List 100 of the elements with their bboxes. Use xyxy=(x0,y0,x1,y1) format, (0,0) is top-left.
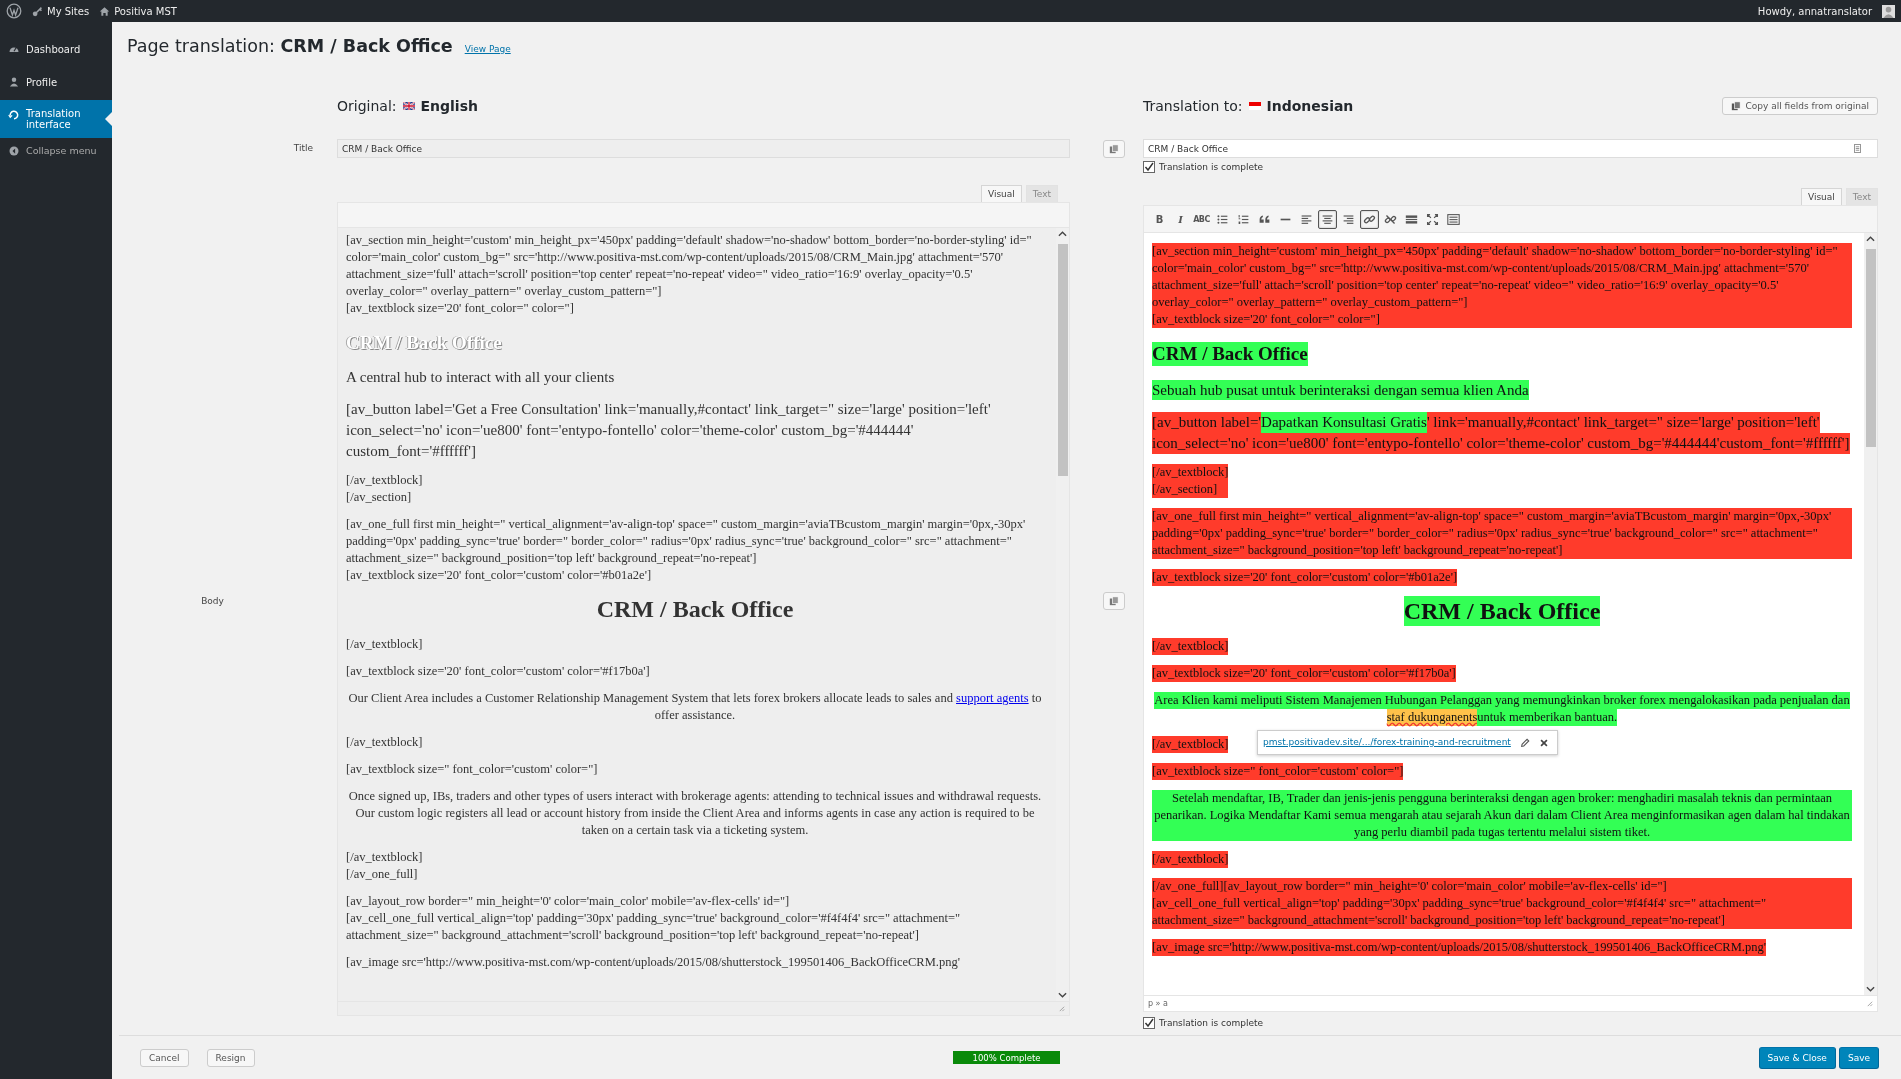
shortcode-highlight: [av_one_full first min_height=" vertical_alignment='av-align-top' space=" custom_margin='aviaTBcustom_margin' margin='0px,-30px' padding='0px' padding_sync='true' border=" border_color=" radius='0px' radius_sync='true' background_color=" src=" attachment=" attachment_size=" background_position='top left' background_repeat='no-repeat'] xyxy=(1152,508,1852,559)
scrollbar-thumb[interactable] xyxy=(1057,244,1068,476)
shortcode-highlight: [/av_textblock] xyxy=(1152,638,1229,655)
paragraph: Our Client Area includes a Customer Relationship Management System that lets forex brokers allocate leads to sales and support agents to offer assistance. xyxy=(347,690,1043,724)
admin-bar-link[interactable]: My Sites xyxy=(32,5,90,17)
element-path: p » a xyxy=(1148,999,1168,1008)
translation-language: Indonesian xyxy=(1266,98,1354,114)
scroll-down-icon[interactable] xyxy=(1058,992,1067,998)
scroll-up-icon[interactable] xyxy=(1866,236,1875,242)
editor-tab[interactable]: Visual xyxy=(980,185,1022,202)
bold-tool-button[interactable]: B xyxy=(1150,209,1169,229)
flag-icon xyxy=(402,102,415,110)
shortcode-text: [av_image src='http://www.positiva-mst.com/wp-content/uploads/2015/08/shutterstock_199501406_BackOfficeCRM.png' xyxy=(346,954,961,971)
translated-highlight: untuk memberikan bantuan. xyxy=(1477,709,1618,726)
link-icon xyxy=(1363,212,1376,226)
shortcode-text: [av_layout_row border=" min_height='0' color='main_color' mobile='av-flex-cells' id="] [av_cell_one_full vertical_align='top' padding='30px' padding_sync='true' background_color='#f4f4f4' src=" attachment=" attachment_size=" background_attachment='scroll' background_position='top left' background_repeat='no-repeat'] xyxy=(346,893,962,944)
resize-handle-icon[interactable] xyxy=(1058,1005,1065,1012)
scrollbar[interactable] xyxy=(1864,233,1877,995)
original-title-field: CRM / Back Office xyxy=(337,139,1070,158)
fullscreen-icon xyxy=(1426,212,1439,226)
copy-field-button[interactable] xyxy=(1102,140,1125,158)
numbers-icon xyxy=(1237,212,1250,226)
scrollbar-thumb[interactable] xyxy=(1865,249,1876,448)
heading: CRM / Back Office xyxy=(346,331,504,355)
checkbox-label[interactable]: Translation is complete xyxy=(1159,162,1263,172)
translation-label: Translation to: xyxy=(1143,98,1243,114)
copy-icon xyxy=(1730,101,1741,111)
quote-icon xyxy=(1258,212,1271,226)
user-greeting[interactable]: Howdy, annatranslator xyxy=(1757,5,1872,17)
copy-icon xyxy=(1108,144,1119,154)
translation-title-field[interactable]: CRM / Back Office xyxy=(1143,139,1878,158)
save-button[interactable]: Save xyxy=(1838,1046,1879,1069)
align-right-icon xyxy=(1342,212,1355,226)
translated-highlight: Area Klien kami meliputi Sistem Manajemen Hubungan Pelanggan yang memungkinkan broker forex mengalokasikan pada penjualan dan xyxy=(1154,692,1850,709)
lead-text: A central hub to interact with all your clients xyxy=(346,368,616,387)
footer-button[interactable]: Cancel xyxy=(140,1048,189,1067)
shortcode-highlight: [/av_one_full][av_layout_row border=" min_height='0' color='main_color' mobile='av-flex-cells' id="] [av_cell_one_full vertical_align='top' padding='30px' padding_sync='true' background_color='#f4f4f4' src=" attachment=" attachment_size=" background_attachment='scroll' background_position='top left' background_repeat='no-repeat'] xyxy=(1152,878,1852,929)
shortcode-highlight: [/av_textblock] xyxy=(1152,851,1229,868)
close-icon[interactable] xyxy=(1538,737,1549,748)
link[interactable]: pmst.positivadev.site/.../forex-training-and-recruitment xyxy=(1263,734,1511,751)
shortcode-text: [av_section min_height='custom' min_height_px='450px' padding='default' shadow='no-shadow' bottom_border='no-border-styling' id=" color='main_color' custom_bg=" src='http://www.positiva-mst.com/wp-content/uploads/2015/08/CRM_Main.jpg' attachment='570' attachment_size='full' attach='scroll' position='top center' repeat='no-repeat' video=" video_ratio='16:9' overlay_opacity='0.5' overlay_color=" overlay_pattern=" overlay_custom_pattern="] [av_textblock size='20' font_color=" color="] xyxy=(346,232,1033,317)
unlink-icon xyxy=(1384,212,1397,226)
shortcode-highlight: [/av_textblock] xyxy=(1152,736,1229,753)
field-label: Title xyxy=(292,142,314,155)
shortcode-text: [/av_textblock] xyxy=(346,734,424,751)
admin-bar-link[interactable]: Positiva MST xyxy=(99,5,177,17)
shortcode-highlight: [/av_textblock] [/av_section] xyxy=(1152,464,1229,498)
shortcode-text: [/av_textblock] [/av_one_full] xyxy=(346,849,424,883)
heading: CRM / Back Office xyxy=(595,595,795,624)
scroll-down-icon[interactable] xyxy=(1866,986,1875,992)
scroll-up-icon[interactable] xyxy=(1058,231,1067,237)
shortcode-text: [/av_textblock] [/av_section] xyxy=(346,472,424,506)
document-icon[interactable] xyxy=(1854,144,1861,153)
link[interactable]: support agents xyxy=(956,691,1029,705)
shortcode-text: [av_button label='Get a Free Consultation' link='manually,#contact' link_target=" size='large' position='left' icon_select='no' icon='ue800' font='entypo-fontello' color='theme-color' custom_bg='#444444' custom_font='#ffffff'] xyxy=(346,400,992,461)
sidebar-item[interactable]: Dashboard xyxy=(0,34,112,65)
copy-icon xyxy=(1108,596,1119,606)
original-label: Original: xyxy=(337,98,397,114)
checkbox[interactable] xyxy=(1143,161,1155,173)
flag-icon xyxy=(1248,102,1261,110)
sidebar-item[interactable]: Translation interface xyxy=(0,100,112,138)
align-center-tool-button[interactable] xyxy=(1318,209,1337,229)
footer-button[interactable]: Resign xyxy=(206,1048,255,1067)
avatar-icon[interactable] xyxy=(1882,4,1895,18)
copy-all-button[interactable]: Copy all fields from original xyxy=(1721,97,1878,115)
sidebar-item[interactable]: Profile xyxy=(0,67,112,98)
original-language: English xyxy=(420,98,478,114)
align-left-icon xyxy=(1300,212,1313,226)
editor-tab[interactable]: Visual xyxy=(1800,188,1842,205)
shortcode-text: [av_textblock size='20' font_color='custom' color='#f17b0a'] xyxy=(346,663,651,680)
translated-highlight: Setelah mendaftar, IB, Trader dan jenis-jenis pengguna berinteraksi dengan agen broker: menghadiri masalah teknis dan permintaan penarikan. Logika Mendaftar Kami semua mengarah atau sejarah Akun dari dalam Client Area menginformasikan agen dalam hal tindakan yang perlu diambil pada tugas tertentu melalui sistem tiket. xyxy=(1152,790,1852,841)
translated-highlight: CRM / Back Office xyxy=(1403,596,1601,626)
copy-field-button[interactable] xyxy=(1102,592,1125,610)
shortcode-text: [/av_textblock] xyxy=(346,636,424,653)
translated-highlight: Dapatkan Konsultasi Gratis xyxy=(1261,412,1427,433)
shortcode-highlight: [av_textblock size='20' font_color='custom' color='#f17b0a'] xyxy=(1152,665,1456,682)
scrollbar[interactable] xyxy=(1056,228,1069,1001)
edit-icon[interactable] xyxy=(1519,737,1530,748)
resize-handle-icon[interactable] xyxy=(1866,1000,1873,1007)
shortcode-highlight: icon_select='no' icon='ue800' font='entypo-fontello' color='theme-color' custom_bg='#444444' xyxy=(1152,433,1720,454)
collapse-menu-button[interactable]: Collapse menu xyxy=(0,138,112,163)
checkbox[interactable] xyxy=(1143,1017,1155,1029)
wordpress-logo-icon[interactable] xyxy=(6,3,22,19)
shortcode-highlight: [av_section min_height='custom' min_height_px='450px' padding='default' shadow='no-shadow' bottom_border='no-border-styling' id=" color='main_color' custom_bg=" src='http://www.positiva-mst.com/wp-content/uploads/2015/08/CRM_Main.jpg' attachment='570' attachment_size='full' attach='scroll' position='top center' repeat='no-repeat' video=" video_ratio='16:9' overlay_opacity='0.5' overlay_color=" overlay_pattern=" overlay_custom_pattern="] [av_textblock size='20' font_color=" color="] xyxy=(1152,243,1852,328)
align-center-icon xyxy=(1321,212,1334,226)
shortcode-highlight: [av_textblock size=" font_color='custom' color="] xyxy=(1152,763,1404,780)
bullets-icon xyxy=(1216,212,1229,226)
save-button[interactable]: Save & Close xyxy=(1758,1046,1836,1069)
italic-tool-button[interactable]: I xyxy=(1171,209,1190,229)
strike-tool-button[interactable]: ABC xyxy=(1192,209,1211,229)
refresh-icon xyxy=(8,109,20,121)
link-tool-button[interactable] xyxy=(1360,209,1379,229)
checkbox-label[interactable]: Translation is complete xyxy=(1159,1018,1263,1028)
collapse-icon xyxy=(8,145,20,157)
person-icon xyxy=(8,76,20,88)
view-page-link[interactable]: View Page xyxy=(464,44,511,54)
more-icon xyxy=(1405,212,1418,226)
home-icon xyxy=(99,5,111,17)
translated-highlight: CRM / Back Office xyxy=(1152,342,1308,366)
shortcode-text: [av_one_full first min_height=" vertical_alignment='av-align-top' space=" custom_margin='aviaTBcustom_margin' margin='0px,-30px' padding='0px' padding_sync='true' border=" border_color=" radius='0px' radius_sync='true' background_color=" src=" attachment=" attachment_size=" background_position='top left' background_repeat='no-repeat'] [av_textblock size='20' font_color='custom' color='#b01a2e'] xyxy=(346,516,1027,584)
